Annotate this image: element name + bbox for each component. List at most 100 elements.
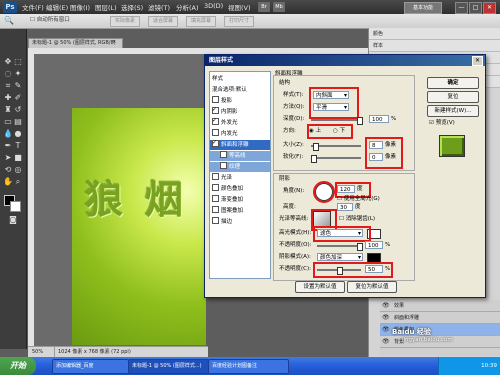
eye-icon[interactable]: 👁: [382, 302, 390, 310]
eye-icon[interactable]: 👁: [382, 314, 390, 322]
style-list-item[interactable]: 光泽: [210, 173, 270, 183]
style-checkbox[interactable]: [212, 195, 219, 202]
style-checkbox[interactable]: [212, 206, 219, 213]
eye-icon[interactable]: 👁: [382, 326, 390, 334]
pen-tool-icon[interactable]: ✒: [3, 141, 13, 151]
layer-row[interactable]: 👁 效果: [380, 300, 500, 312]
soften-slider[interactable]: [311, 157, 361, 159]
print-size-button[interactable]: 打印尺寸: [224, 16, 255, 27]
depth-slider[interactable]: [311, 119, 361, 121]
status-zoom[interactable]: 50%: [32, 347, 43, 357]
style-checkbox[interactable]: [212, 96, 219, 103]
style-list-item[interactable]: 图案叠加: [210, 206, 270, 216]
maximize-button[interactable]: □: [469, 2, 482, 14]
style-list-item[interactable]: 纹理: [210, 162, 270, 172]
menu-filter[interactable]: 滤镜(T): [148, 2, 170, 12]
actual-pixels-button[interactable]: 实际像素: [110, 16, 141, 27]
menu-image[interactable]: 图像(I): [70, 2, 90, 12]
dodge-tool-icon[interactable]: ●: [13, 129, 23, 139]
size-slider-knob[interactable]: [313, 143, 319, 151]
quick-mask-icon[interactable]: ◙: [8, 215, 18, 225]
taskbar-item-active[interactable]: 未标题-1 @ 50% (图层样式...): [128, 359, 209, 374]
menu-view[interactable]: 视图(V): [228, 2, 251, 12]
reset-default-button[interactable]: 复位为默认值: [347, 281, 397, 293]
new-style-button[interactable]: 新建样式(W)...: [427, 105, 479, 117]
depth-input[interactable]: 100: [369, 115, 389, 123]
menu-analysis[interactable]: 分析(A): [176, 2, 199, 12]
eyedropper-icon[interactable]: ✎: [13, 81, 23, 91]
fill-screen-button[interactable]: 填充屏幕: [186, 16, 217, 27]
taskbar-item[interactable]: 百度经验计划图备注: [208, 359, 289, 374]
style-checkbox[interactable]: [212, 105, 219, 115]
path-select-icon[interactable]: ➤: [3, 153, 13, 163]
highlight-opacity-knob[interactable]: [357, 243, 363, 251]
style-list-item[interactable]: 投影: [210, 96, 270, 106]
style-checkbox[interactable]: [212, 217, 219, 224]
altitude-input[interactable]: 30: [337, 203, 353, 211]
history-brush-icon[interactable]: ↺: [13, 105, 23, 115]
gradient-tool-icon[interactable]: ▤: [13, 117, 23, 127]
style-checkbox[interactable]: [212, 173, 219, 180]
depth-slider-knob[interactable]: [357, 117, 363, 125]
menu-layer[interactable]: 图层(L): [95, 2, 117, 12]
style-checkbox[interactable]: [220, 162, 227, 169]
blur-tool-icon[interactable]: 💧: [3, 129, 13, 139]
layer-row[interactable]: 👁 斜面和浮雕: [380, 312, 500, 324]
move-tool-icon[interactable]: ✥: [3, 57, 13, 67]
style-list-item[interactable]: 描边: [210, 217, 270, 227]
panel-swatches[interactable]: 样本: [369, 40, 500, 52]
bridge-button[interactable]: Br: [258, 2, 270, 12]
zoom-tool-icon[interactable]: 🔍: [4, 16, 14, 25]
clone-stamp-icon[interactable]: ♜: [3, 105, 13, 115]
zoom-tool-icon[interactable]: ⌕: [13, 177, 23, 187]
ok-button[interactable]: 确定: [427, 77, 479, 89]
marquee-tool-icon[interactable]: ⬚: [13, 57, 23, 67]
3d-rotate-icon[interactable]: ⟲: [3, 165, 13, 175]
style-checkbox[interactable]: [220, 151, 227, 158]
fit-screen-button[interactable]: 适合屏幕: [148, 16, 179, 27]
menu-select[interactable]: 选择(S): [121, 2, 143, 12]
dialog-close-icon[interactable]: ✕: [472, 56, 483, 66]
close-button[interactable]: ✕: [483, 2, 496, 14]
style-list-item[interactable]: 颜色叠加: [210, 184, 270, 194]
brush-tool-icon[interactable]: ✐: [13, 93, 23, 103]
global-light-checkbox[interactable]: ☐ 使用全局光(G): [337, 195, 380, 203]
document-tab-close-icon[interactable]: ×: [112, 39, 116, 45]
reset-button[interactable]: 复位: [427, 91, 479, 103]
document-canvas[interactable]: [72, 108, 206, 345]
style-list-item[interactable]: 外发光: [210, 116, 270, 128]
menu-edit[interactable]: 编辑(E): [46, 2, 68, 12]
healing-brush-icon[interactable]: ✚: [3, 93, 13, 103]
type-tool-icon[interactable]: T: [13, 141, 23, 151]
menu-3d[interactable]: 3D(D): [204, 2, 223, 10]
style-checkbox[interactable]: [212, 138, 219, 148]
style-checkbox[interactable]: [212, 116, 219, 126]
soften-slider-knob[interactable]: [311, 155, 317, 163]
lasso-tool-icon[interactable]: ◌: [3, 69, 13, 79]
style-list-item[interactable]: 样式: [210, 74, 270, 84]
style-list-item[interactable]: 内发光: [210, 129, 270, 139]
workspace-button[interactable]: 基本功能: [404, 2, 442, 14]
style-checkbox[interactable]: [212, 184, 219, 191]
menu-file[interactable]: 文件(F): [22, 2, 44, 12]
style-list-item[interactable]: 混合选项:默认: [210, 85, 270, 95]
panel-color[interactable]: 颜色: [369, 28, 500, 40]
style-list-item[interactable]: 等高线: [210, 151, 270, 161]
highlight-opacity-input[interactable]: 100: [365, 241, 383, 249]
style-list-item[interactable]: 渐变叠加: [210, 195, 270, 205]
shape-tool-icon[interactable]: ■: [13, 153, 23, 163]
3d-orbit-icon[interactable]: ◎: [13, 165, 23, 175]
style-list-item[interactable]: 内阴影: [210, 105, 270, 117]
start-button[interactable]: 开始: [0, 357, 36, 375]
magic-wand-icon[interactable]: ✦: [13, 69, 23, 79]
background-color-swatch[interactable]: [10, 201, 21, 212]
hand-tool-icon[interactable]: ✋: [3, 177, 13, 187]
taskbar-item[interactable]: 添加编辑器_百度: [52, 359, 129, 374]
preview-checkbox[interactable]: ☑ 预览(V): [429, 119, 455, 127]
shadow-mode-select[interactable]: 颜色加深: [317, 253, 363, 262]
antialias-checkbox[interactable]: ☐ 消除锯齿(L): [339, 215, 375, 223]
highlight-opacity-slider[interactable]: [317, 245, 361, 247]
set-default-button[interactable]: 设置为默认值: [295, 281, 345, 293]
eraser-icon[interactable]: ▭: [3, 117, 13, 127]
eye-icon[interactable]: 👁: [382, 338, 390, 346]
